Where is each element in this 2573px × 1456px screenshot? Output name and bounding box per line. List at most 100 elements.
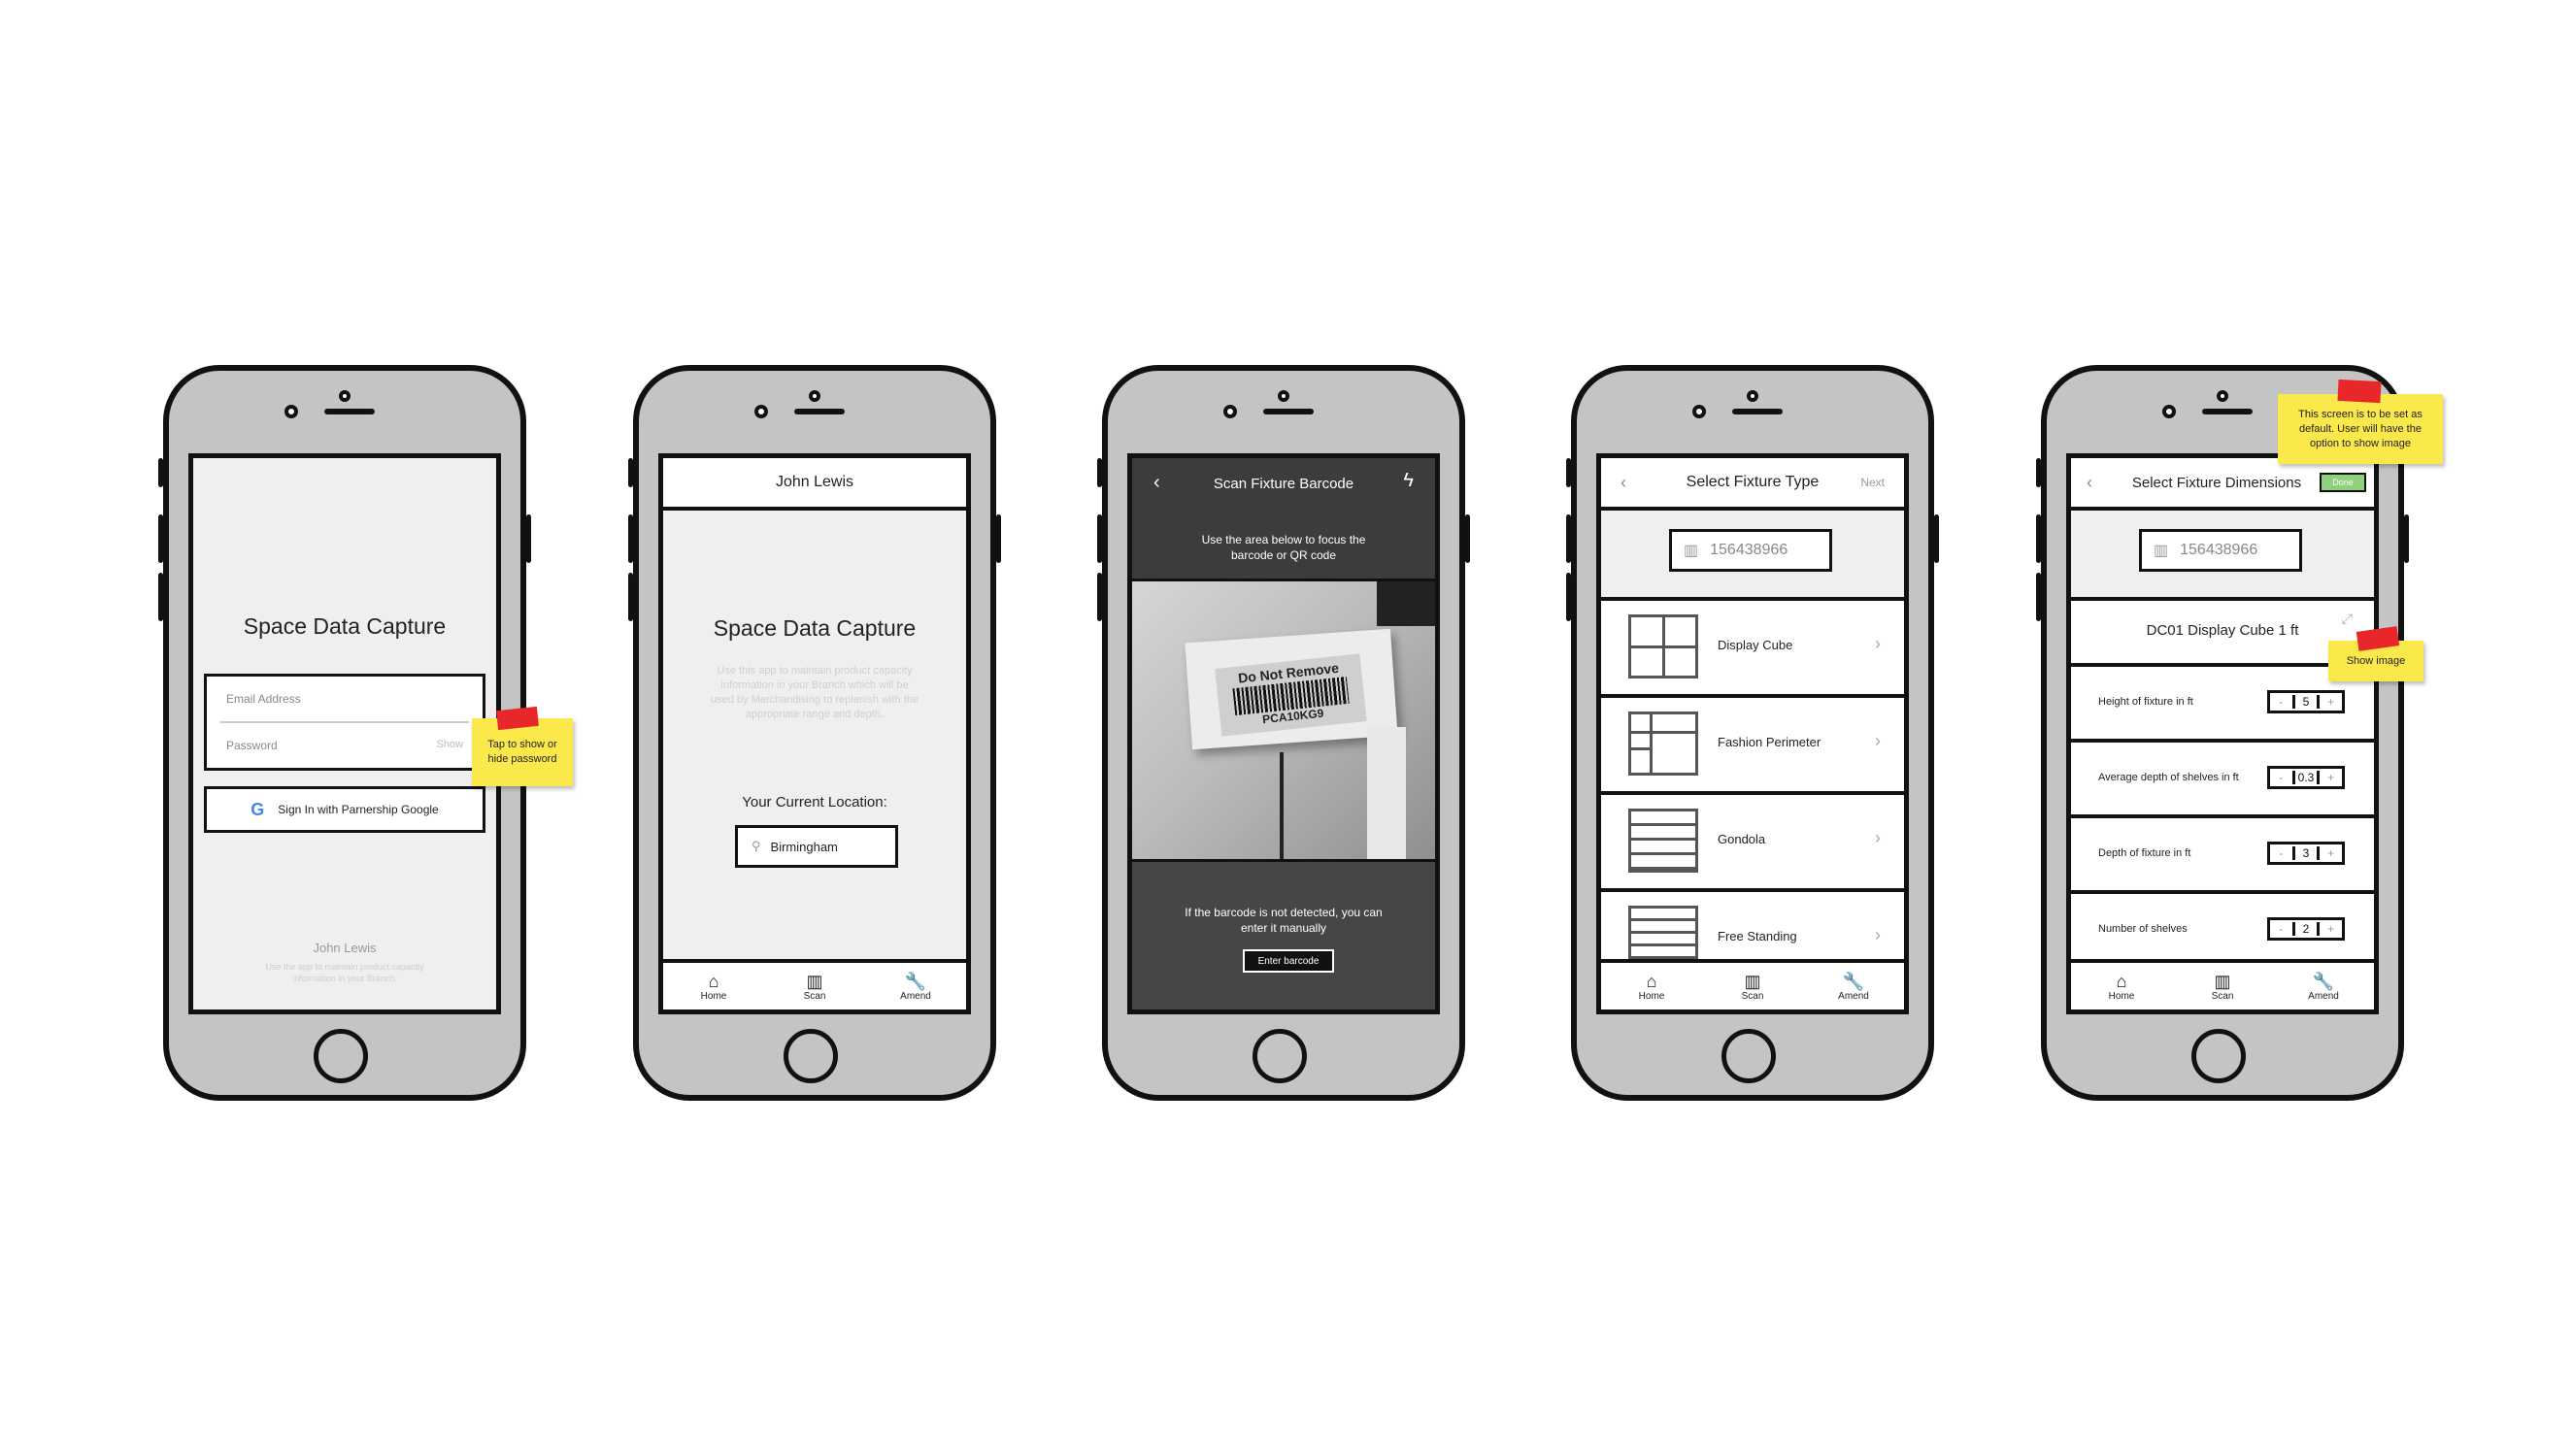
- sensor-icon: [1692, 405, 1706, 418]
- google-icon: G: [251, 799, 265, 819]
- tab-home[interactable]: ⌂ Home: [1613, 972, 1690, 1002]
- barcode-icon: ▥: [1684, 543, 1699, 559]
- phone-home: John Lewis Space Data Capture Use this a…: [628, 365, 1001, 1101]
- fixture-row-fashion-perimeter[interactable]: Fashion Perimeter ›: [1601, 698, 1904, 795]
- tab-amend[interactable]: 🔧 Amend: [2285, 972, 2362, 1002]
- sticky-note-text: Tap to show or hide password: [487, 739, 557, 765]
- tab-scan[interactable]: ▥ Scan: [2184, 972, 2261, 1002]
- wrench-icon: 🔧: [904, 971, 927, 991]
- footer-text: Use the app to maintain product capacity…: [265, 962, 424, 983]
- home-button: [1721, 1029, 1776, 1083]
- tab-bar: ⌂ Home ▥ Scan 🔧 Amend: [2071, 959, 2374, 1009]
- home-button: [1253, 1029, 1307, 1083]
- camera-icon: [809, 390, 820, 402]
- quantity-stepper: -0.3 +: [2267, 766, 2345, 789]
- scan-instruction: Use the area below to focus the barcode …: [1201, 533, 1366, 562]
- header-title: Scan Fixture Barcode: [1213, 476, 1354, 492]
- barcode-value: 156438966: [1710, 542, 1788, 558]
- fixture-row-display-cube[interactable]: Display Cube ›: [1601, 601, 1904, 698]
- speaker-icon: [1263, 409, 1314, 414]
- volume-up-button: [1566, 514, 1571, 563]
- quantity-stepper: -3 +: [2267, 842, 2345, 865]
- barcode-icon: ▥: [2214, 971, 2231, 991]
- sticky-note-text: Show image: [2346, 654, 2406, 667]
- tab-amend-label: Amend: [2308, 990, 2339, 1002]
- minus-button[interactable]: -: [2270, 695, 2292, 709]
- volume-up-button: [158, 514, 163, 563]
- password-field[interactable]: Password: [226, 739, 278, 752]
- header: John Lewis: [663, 458, 966, 511]
- fixture-type-screen: ‹ Select Fixture Type Next ▥ 156438966 D…: [1596, 453, 1909, 1014]
- power-button: [1465, 514, 1470, 563]
- tab-amend[interactable]: 🔧 Amend: [1815, 972, 1892, 1002]
- minus-button[interactable]: -: [2270, 771, 2292, 784]
- tape: [2337, 379, 2382, 404]
- tab-amend[interactable]: 🔧 Amend: [877, 972, 954, 1002]
- barcode-field[interactable]: ▥ 156438966: [1669, 529, 1832, 572]
- viewfinder-shadow: [1377, 581, 1435, 626]
- minus-button[interactable]: -: [2270, 846, 2292, 860]
- done-button[interactable]: Done: [2320, 473, 2366, 492]
- fixture-row-gondola[interactable]: Gondola ›: [1601, 795, 1904, 892]
- enter-barcode-button[interactable]: Enter barcode: [1243, 949, 1334, 973]
- power-button: [2404, 514, 2409, 563]
- back-icon[interactable]: ‹: [2087, 473, 2092, 493]
- header-title: Select Fixture Type: [1686, 474, 1820, 490]
- plus-button[interactable]: +: [2320, 695, 2342, 709]
- tab-scan-label: Scan: [803, 990, 826, 1002]
- camera-viewfinder: Do Not Remove PCA10KG9: [1132, 581, 1435, 859]
- tab-scan[interactable]: ▥ Scan: [776, 972, 853, 1002]
- location-label: Your Current Location:: [742, 794, 887, 811]
- stepper-value[interactable]: 0.3: [2291, 771, 2321, 784]
- location-field[interactable]: ⚲ Birmingham: [735, 825, 898, 868]
- email-field[interactable]: Email Address: [226, 692, 301, 706]
- barcode-icon: ▥: [1744, 971, 1761, 991]
- header: ‹ Select Fixture Type Next: [1601, 458, 1904, 511]
- barcode-field[interactable]: ▥ 156438966: [2139, 529, 2302, 572]
- tab-home[interactable]: ⌂ Home: [675, 972, 752, 1002]
- tab-bar: ⌂ Home ▥ Scan 🔧 Amend: [663, 959, 966, 1009]
- power-button: [526, 514, 531, 563]
- mute-switch: [158, 458, 163, 487]
- stepper-value[interactable]: 5: [2291, 695, 2321, 709]
- plus-button[interactable]: +: [2320, 922, 2342, 936]
- phone-fixture-type: ‹ Select Fixture Type Next ▥ 156438966 D…: [1566, 365, 1939, 1101]
- volume-up-button: [2036, 514, 2041, 563]
- sensor-icon: [754, 405, 768, 418]
- scan-screen: ‹ Scan Fixture Barcode ϟ Use the area be…: [1127, 453, 1440, 1014]
- show-password-toggle[interactable]: Show: [436, 739, 463, 750]
- volume-up-button: [1097, 514, 1102, 563]
- expand-icon[interactable]: ⤢: [2342, 611, 2353, 627]
- tab-home[interactable]: ⌂ Home: [2083, 972, 2160, 1002]
- volume-down-button: [1566, 573, 1571, 621]
- app-title: Space Data Capture: [243, 613, 447, 639]
- stepper-value[interactable]: 3: [2291, 846, 2321, 860]
- dimension-row: Depth of fixture in ft -3 +: [2071, 818, 2374, 894]
- back-icon[interactable]: ‹: [1621, 473, 1626, 493]
- stepper-value[interactable]: 2: [2291, 922, 2321, 936]
- speaker-icon: [1732, 409, 1783, 414]
- volume-up-button: [628, 514, 633, 563]
- tab-scan[interactable]: ▥ Scan: [1714, 972, 1791, 1002]
- header-title: John Lewis: [775, 474, 854, 490]
- tab-bar: ⌂ Home ▥ Scan 🔧 Amend: [1601, 959, 1904, 1009]
- fixture-dimensions-screen: ‹ Select Fixture Dimensions Done ▥ 15643…: [2066, 453, 2379, 1014]
- plus-button[interactable]: +: [2320, 846, 2342, 860]
- scan-header: ‹ Scan Fixture Barcode ϟ Use the area be…: [1132, 458, 1435, 581]
- chevron-right-icon: ›: [1875, 731, 1881, 750]
- fashion-perimeter-icon: [1628, 711, 1698, 776]
- phone-scan: ‹ Scan Fixture Barcode ϟ Use the area be…: [1097, 365, 1470, 1101]
- header: ‹ Select Fixture Dimensions Done: [2071, 458, 2374, 511]
- minus-button[interactable]: -: [2270, 922, 2292, 936]
- speaker-icon: [794, 409, 845, 414]
- next-button[interactable]: Next: [1860, 476, 1885, 489]
- gondola-icon: [1628, 809, 1698, 873]
- app-title: Space Data Capture: [713, 615, 917, 641]
- plus-button[interactable]: +: [2320, 771, 2342, 784]
- home-icon: ⌂: [2116, 971, 2127, 991]
- wrench-icon: 🔧: [2312, 971, 2335, 991]
- google-signin-button[interactable]: G Sign In with Parnership Google: [204, 786, 485, 833]
- flash-icon[interactable]: ϟ: [1403, 470, 1414, 492]
- chevron-right-icon: ›: [1875, 634, 1881, 653]
- mute-switch: [628, 458, 633, 487]
